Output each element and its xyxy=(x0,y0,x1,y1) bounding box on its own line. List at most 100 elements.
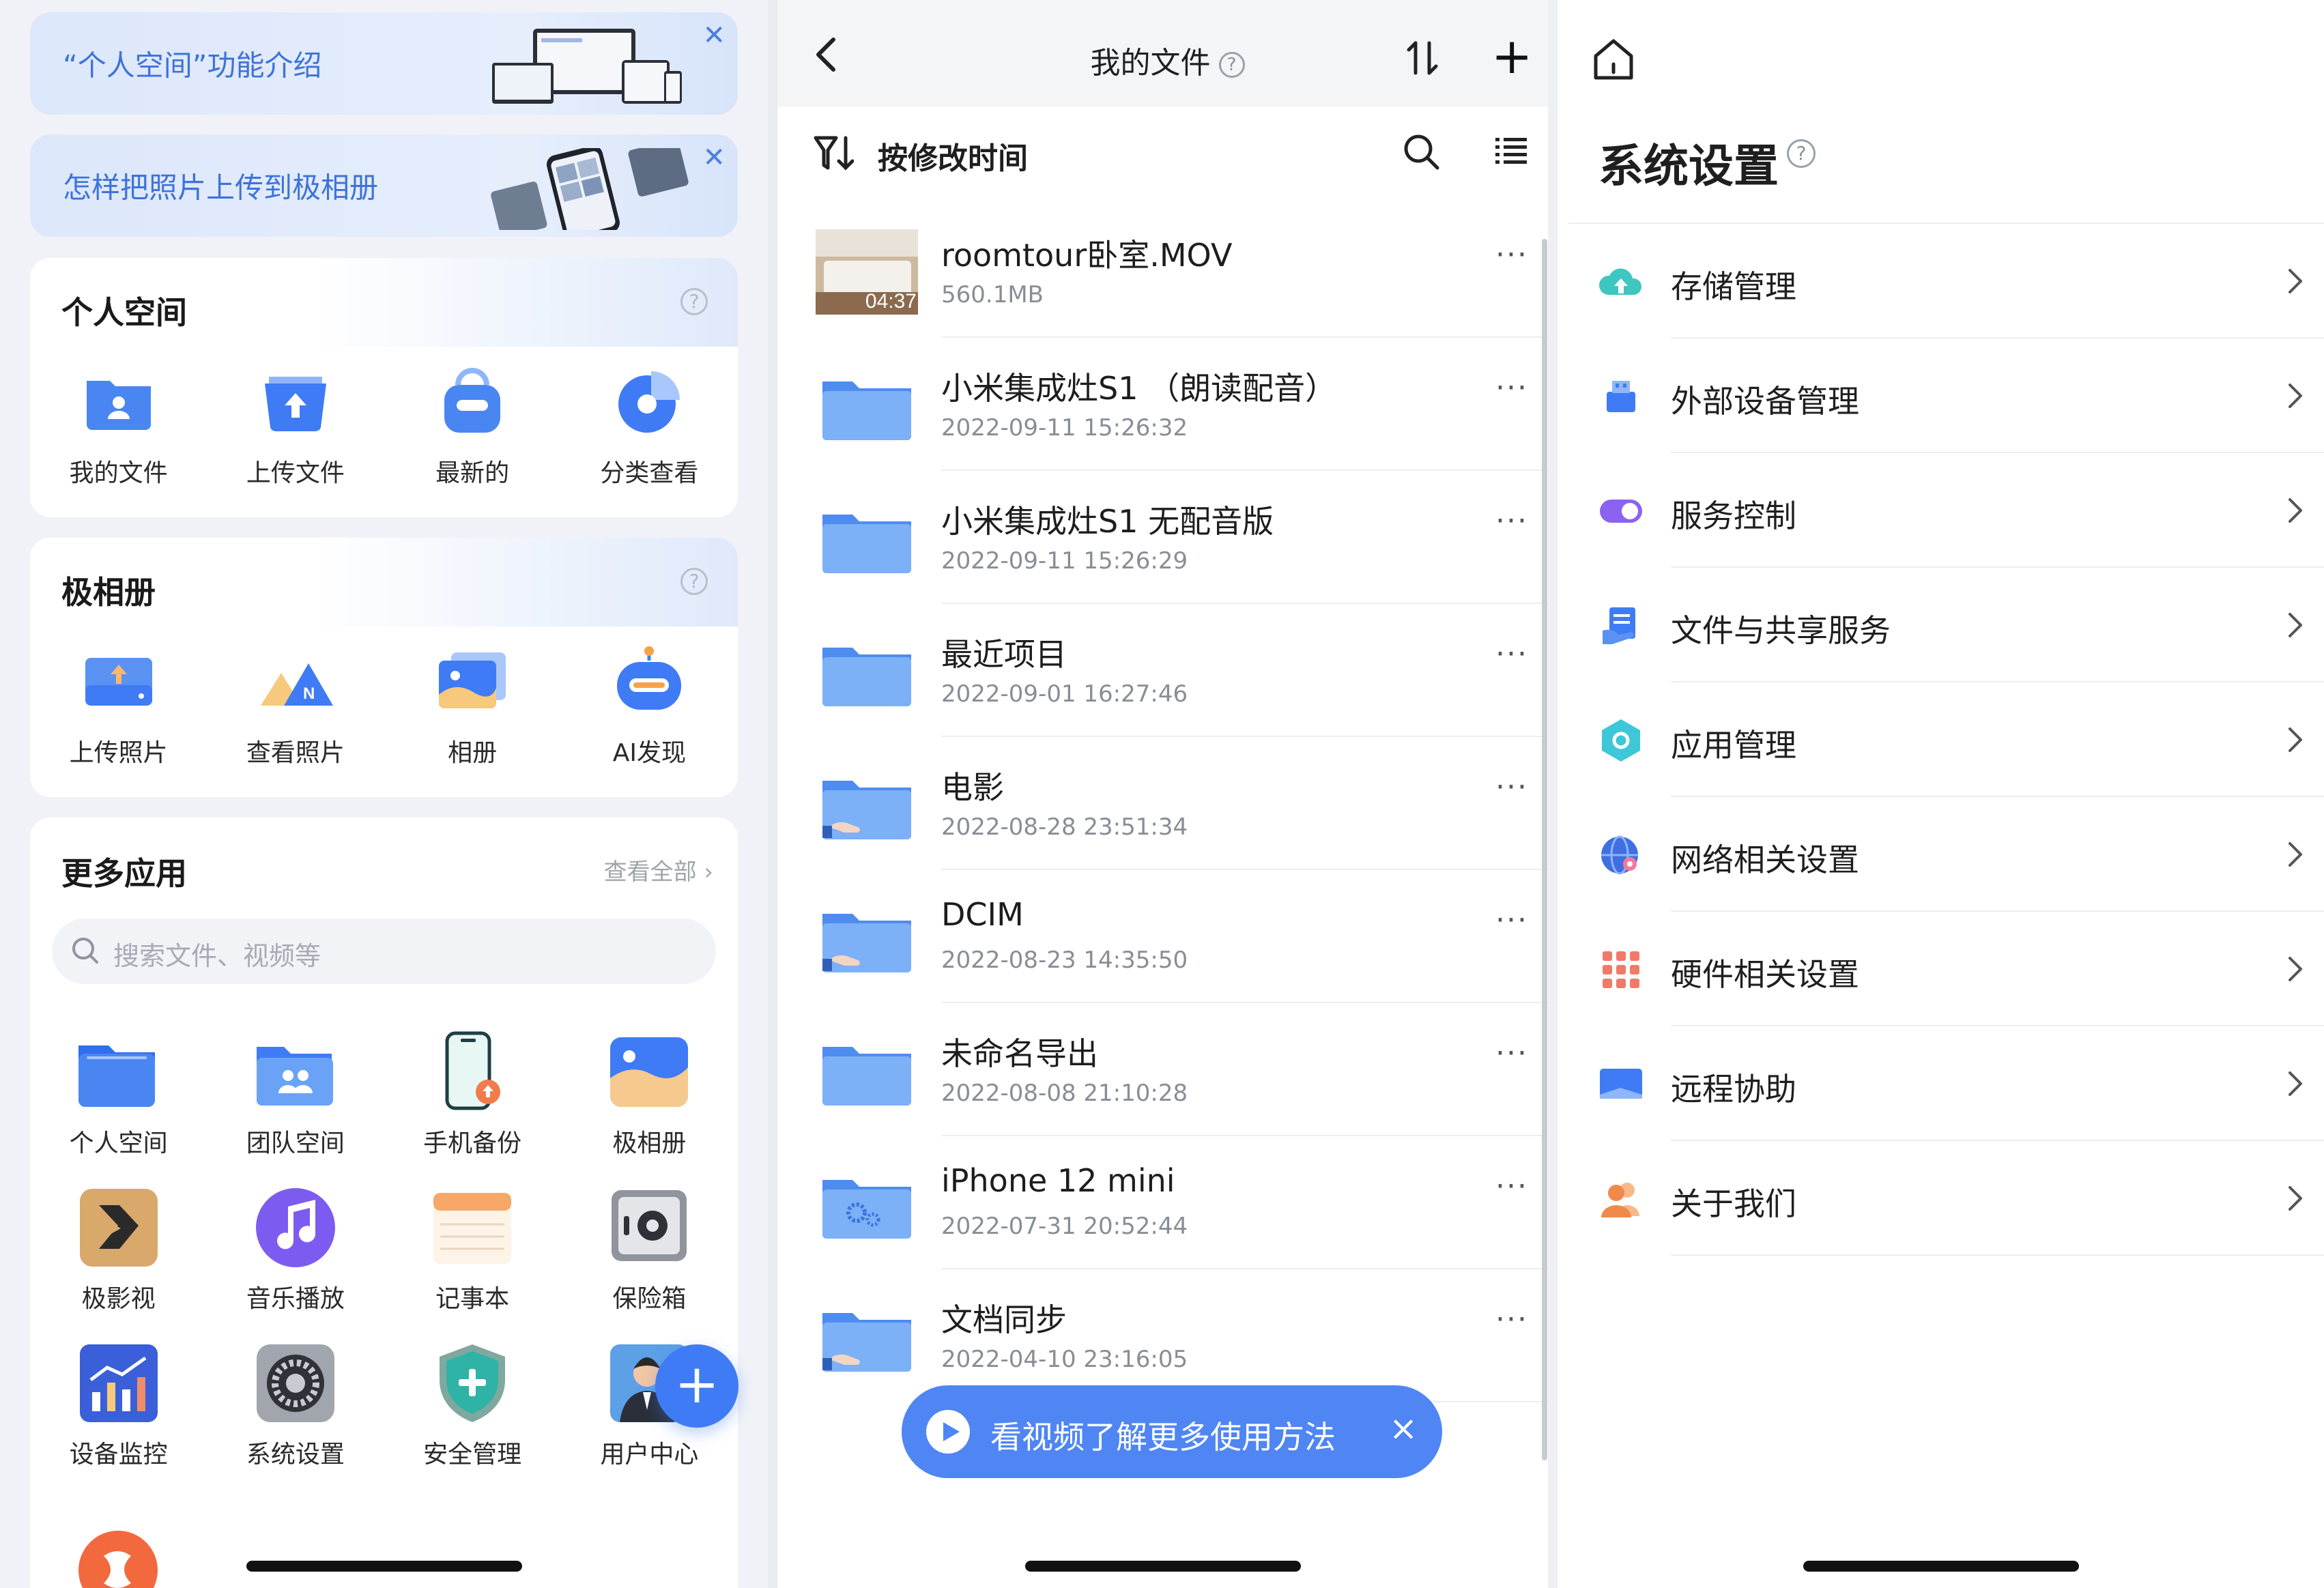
tile-label: 查看照片 xyxy=(246,739,345,767)
album-tile[interactable]: 相册 xyxy=(384,640,561,768)
help-icon[interactable]: ? xyxy=(1218,52,1245,78)
devices-illustration-icon xyxy=(492,29,682,104)
settings-item-label: 网络相关设置 xyxy=(1671,841,1859,878)
file-modified-time: 2022-08-28 23:51:34 xyxy=(941,813,1188,841)
system-settings-panel: 系统设置 ? 存储管理 外部设备管理 服务控制 文件与共享服务 应用管理 网络相关设置 硬件… xyxy=(1558,0,2324,1588)
video-tile[interactable]: 极影视 xyxy=(30,1186,207,1314)
settings-item-hardware-grid[interactable]: 硬件相关设置 xyxy=(1558,912,2324,1026)
chevron-right-icon xyxy=(2287,268,2304,295)
close-icon[interactable]: ✕ xyxy=(702,22,726,49)
settings-item-globe[interactable]: 网络相关设置 xyxy=(1558,797,2324,912)
page-title-text: 我的文件 xyxy=(1090,46,1211,81)
upload-photo-tile[interactable]: 上传照片 xyxy=(30,640,207,768)
upload-photos-banner[interactable]: 怎样把照片上传到极相册 ✕ xyxy=(30,134,738,237)
file-share-icon xyxy=(1597,602,1645,650)
phone-backup-tile[interactable]: 手机备份 xyxy=(384,1030,561,1159)
help-icon[interactable]: ? xyxy=(680,288,708,315)
file-modified-time: 2022-09-01 16:27:46 xyxy=(941,680,1188,708)
tile-label: 上传照片 xyxy=(69,739,168,767)
upload-file-tile[interactable]: 上传文件 xyxy=(207,360,384,489)
help-icon[interactable]: ? xyxy=(680,568,708,595)
help-icon[interactable]: ? xyxy=(1787,139,1816,168)
file-row-folder[interactable]: DCIM 2022-08-23 14:35:50 ··· xyxy=(777,870,1548,1003)
home-indicator xyxy=(1803,1561,2079,1572)
music-icon xyxy=(255,1188,335,1267)
category-tile[interactable]: 分类查看 xyxy=(561,360,738,489)
tile-label: 个人空间 xyxy=(69,1129,168,1157)
folder-icon xyxy=(816,495,918,581)
phone-gallery-illustration-icon xyxy=(491,148,689,230)
file-row-folder[interactable]: 最近项目 2022-09-01 16:27:46 ··· xyxy=(777,604,1548,737)
close-icon[interactable]: × xyxy=(1389,1411,1418,1445)
more-options-icon[interactable]: ··· xyxy=(1495,506,1528,536)
music-tile[interactable]: 音乐播放 xyxy=(207,1186,384,1314)
notepad-tile[interactable]: 记事本 xyxy=(384,1186,561,1314)
feature-intro-banner[interactable]: “个人空间”功能介绍 ✕ xyxy=(30,12,738,115)
more-options-icon[interactable]: ··· xyxy=(1495,773,1528,803)
add-fab-button[interactable]: + xyxy=(655,1344,738,1428)
team-space-tile[interactable]: 团队空间 xyxy=(207,1030,384,1159)
recent-tile[interactable]: 最新的 xyxy=(384,360,561,489)
safe-tile[interactable]: 保险箱 xyxy=(561,1186,738,1314)
photo-album-icon xyxy=(610,1037,689,1107)
sort-arrows-icon[interactable] xyxy=(1402,38,1443,78)
personal-space-grid: 我的文件 上传文件 最新的 分类查看 xyxy=(30,360,738,489)
settings-item-toggle[interactable]: 服务控制 xyxy=(1558,453,2324,568)
cloud-storage-icon xyxy=(1597,258,1645,306)
more-options-icon[interactable]: ··· xyxy=(1495,240,1528,270)
card-title: 极相册 xyxy=(61,574,156,611)
settings-item-usb-device[interactable]: 外部设备管理 xyxy=(1558,338,2324,453)
file-row-folder[interactable]: 文档同步 2022-04-10 23:16:05 ··· xyxy=(777,1269,1548,1402)
file-row-video[interactable]: 04:37 roomtour卧室.MOV 560.1MB ··· xyxy=(777,205,1548,338)
more-options-icon[interactable]: ··· xyxy=(1495,639,1528,669)
tile-label: 保险箱 xyxy=(612,1285,687,1313)
file-row-folder[interactable]: iPhone 12 mini 2022-07-31 20:52:44 ··· xyxy=(777,1136,1548,1269)
settings-item-remote-screen[interactable]: 远程协助 xyxy=(1558,1026,2324,1141)
close-icon[interactable]: ✕ xyxy=(702,144,726,171)
file-row-folder[interactable]: 电影 2022-08-28 23:51:34 ··· xyxy=(777,737,1548,870)
toggle-icon xyxy=(1597,487,1645,535)
more-options-icon[interactable]: ··· xyxy=(1495,906,1528,936)
search-input[interactable]: 搜索文件、视频等 xyxy=(52,919,716,984)
scrollbar[interactable] xyxy=(1542,239,1547,1460)
app-partial-icon[interactable] xyxy=(76,1529,160,1588)
settings-item-app-hexagon[interactable]: 应用管理 xyxy=(1558,682,2324,797)
view-photos-tile[interactable]: N 查看照片 xyxy=(207,640,384,768)
search-icon[interactable] xyxy=(1402,132,1440,171)
tile-label: 极影视 xyxy=(81,1285,156,1313)
more-options-icon[interactable]: ··· xyxy=(1495,1172,1528,1202)
file-modified-time: 2022-08-23 14:35:50 xyxy=(941,947,1188,974)
ai-discover-tile[interactable]: AI发现 xyxy=(561,640,738,768)
tile-label: 用户中心 xyxy=(600,1441,699,1469)
folder-icon xyxy=(816,362,918,448)
security-tile[interactable]: 安全管理 xyxy=(384,1342,561,1470)
device-monitor-tile[interactable]: 设备监控 xyxy=(30,1342,207,1470)
list-view-icon[interactable] xyxy=(1494,134,1528,168)
settings-item-users[interactable]: 关于我们 xyxy=(1558,1141,2324,1256)
security-icon xyxy=(440,1344,506,1422)
ai-discover-icon xyxy=(617,646,682,710)
photo-album-tile[interactable]: 极相册 xyxy=(561,1030,738,1159)
view-all-link[interactable]: 查看全部 › xyxy=(604,853,713,886)
more-options-icon[interactable]: ··· xyxy=(1495,1305,1528,1335)
file-row-folder[interactable]: 小米集成灶S1 （朗读配音） 2022-09-11 15:26:32 ··· xyxy=(777,338,1548,471)
shared-folder-icon xyxy=(816,1294,918,1379)
more-options-icon[interactable]: ··· xyxy=(1495,1039,1528,1069)
settings-item-cloud-storage[interactable]: 存储管理 xyxy=(1558,224,2324,338)
settings-item-file-share[interactable]: 文件与共享服务 xyxy=(1558,568,2324,682)
home-indicator xyxy=(246,1561,522,1572)
add-button[interactable]: + xyxy=(1491,31,1532,81)
file-row-folder[interactable]: 未命名导出 2022-08-08 21:10:28 ··· xyxy=(777,1003,1548,1136)
chevron-right-icon xyxy=(2287,611,2304,639)
home-icon[interactable] xyxy=(1592,37,1635,82)
sort-order-icon[interactable] xyxy=(812,132,854,173)
sort-label[interactable]: 按修改时间 xyxy=(878,134,1028,177)
search-placeholder: 搜索文件、视频等 xyxy=(113,941,321,971)
more-options-icon[interactable]: ··· xyxy=(1495,373,1528,403)
file-row-folder[interactable]: 小米集成灶S1 无配音版 2022-09-11 15:26:29 ··· xyxy=(777,471,1548,604)
my-files-tile[interactable]: 我的文件 xyxy=(30,360,207,489)
personal-space-tile[interactable]: 个人空间 xyxy=(30,1030,207,1159)
video-tutorial-toast[interactable]: 看视频了解更多使用方法 × xyxy=(902,1385,1442,1478)
system-settings-tile[interactable]: 系统设置 xyxy=(207,1342,384,1470)
view-photos-icon: N xyxy=(260,663,333,706)
